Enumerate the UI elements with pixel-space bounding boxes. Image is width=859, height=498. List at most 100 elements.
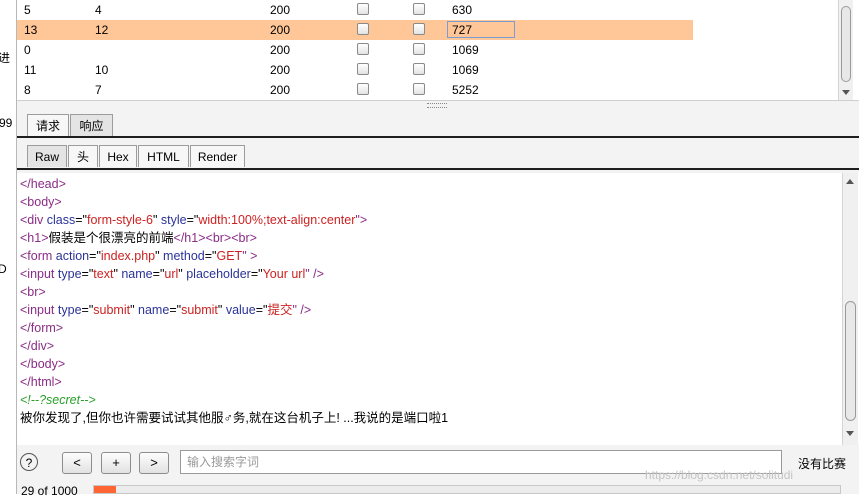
code-token: </h1> [173,231,206,245]
timeout-checkbox[interactable] [413,43,425,55]
code-token: " [152,213,161,227]
error-checkbox[interactable] [357,3,369,15]
code-token: 被你发现了,但你也许需要试试其他服♂务,就在这台机子上! ...我说的是端口啦1 [20,411,449,425]
add-button[interactable]: + [101,452,131,474]
tab-html[interactable]: HTML [138,145,189,167]
results-scrollbar[interactable] [838,0,853,100]
scroll-down-arrow-icon[interactable] [842,90,850,95]
cell-request: 8 [24,83,31,97]
code-token: class [46,213,76,227]
results-table: 5 4 200 630 13 12 200 727 0 200 1069 11 10 200 1069 8 7 2… [17,0,839,100]
cell-length: 727 [452,23,473,37]
code-line: </head> [20,175,66,193]
cell-length: 630 [452,3,473,17]
code-token: =" [204,249,217,263]
code-token: =" [255,303,268,317]
progress-fill [94,486,116,493]
table-row[interactable]: 11 10 200 1069 [17,60,693,80]
request-response-tabbar: 请求 响应 [17,108,859,140]
code-line: <br> [20,283,46,301]
code-line: <div class="form-style-6" style="width:1… [20,211,367,229]
code-token: <h1> [20,231,49,245]
cell-status: 200 [270,3,291,17]
code-token: width:100%;text-align:center [198,213,356,227]
next-match-button[interactable]: > [139,452,169,474]
cell-status: 200 [270,83,291,97]
cell-status: 200 [270,23,291,37]
code-token: </div> [20,339,55,353]
code-token: <div [20,213,47,227]
search-bar: ? < + > 没有比赛 https://blog.csdn.net/solit… [17,445,859,498]
code-line: 被你发现了,但你也许需要试试其他服♂务,就在这台机子上! ...我说的是端口啦1 [20,409,448,427]
cell-status: 200 [270,63,291,77]
help-icon[interactable]: ? [20,453,38,471]
cell-request: 5 [24,3,31,17]
code-token: text [93,267,114,281]
tab-render[interactable]: Render [190,145,245,167]
response-editor[interactable]: </head> <body> <div class="form-style-6" s… [17,173,842,445]
code-token: name [121,267,153,281]
code-token: =" [75,213,87,227]
cell-request: 13 [24,23,38,37]
code-token: </body> [20,357,66,371]
tab-hex[interactable]: Hex [99,145,137,167]
code-line: </div> [20,337,54,355]
error-checkbox[interactable] [357,83,369,95]
editor-scroll-down-arrow-icon[interactable] [846,431,854,436]
tab-response[interactable]: 响应 [70,114,113,136]
editor-scrollbar-thumb[interactable] [845,301,856,421]
code-token: </head> [20,177,66,191]
code-token: " /> [292,303,312,317]
results-scrollbar-thumb[interactable] [841,6,851,82]
cell-request: 0 [24,43,31,57]
table-row[interactable]: 0 200 1069 [17,40,693,60]
code-token: " [217,303,226,317]
request-count: 29 of 1000 [21,484,78,498]
code-line: </body> [20,355,65,373]
code-token: </html> [20,375,62,389]
code-token: <input [20,303,58,317]
tab-request[interactable]: 请求 [27,114,69,136]
code-token: url [164,267,179,281]
left-panel-strip: 进 99 D [0,0,17,494]
code-line: <form action="index.php" method="GET" > [20,247,257,265]
code-line: </form> [20,319,63,337]
editor-scrollbar[interactable] [842,173,858,445]
code-token: =" [152,267,165,281]
cell-payload: 4 [95,3,102,17]
tabbar-divider [17,136,859,138]
code-line: <body> [20,193,62,211]
previous-match-button[interactable]: < [62,452,92,474]
timeout-checkbox[interactable] [413,83,425,95]
code-token: value [225,303,256,317]
error-checkbox[interactable] [357,43,369,55]
code-token: name [138,303,170,317]
error-checkbox[interactable] [357,23,369,35]
code-token: type [57,267,82,281]
code-token: type [57,303,82,317]
code-token: =" [81,267,94,281]
editor-scroll-up-arrow-icon[interactable] [846,179,854,184]
timeout-checkbox[interactable] [413,63,425,75]
code-token: 假装是个很漂亮的前端 [48,231,174,245]
view-tabbar: Raw 头 Hex HTML Render [17,140,859,173]
cell-payload: 12 [95,23,109,37]
code-token: <body> [20,195,62,209]
table-row[interactable]: 5 4 200 630 [17,0,693,20]
code-line: <input type="text" name="url" placeholde… [20,265,324,283]
table-row[interactable]: 8 7 200 5252 [17,80,693,100]
code-token: <br> [231,231,257,245]
code-token: " /> [305,267,324,281]
code-line: <input type="submit" name="submit" value… [20,301,311,319]
view-tabbar-divider [17,168,859,170]
tab-raw[interactable]: Raw [27,145,67,167]
error-checkbox[interactable] [357,63,369,75]
left-fragment-3: D [0,262,7,276]
code-token: submit [93,303,131,317]
tab-headers[interactable]: 头 [68,145,98,167]
timeout-checkbox[interactable] [413,3,425,15]
match-status: 没有比赛 [798,457,847,471]
timeout-checkbox[interactable] [413,23,425,35]
table-row[interactable]: 13 12 200 727 [17,20,693,40]
code-token: style [160,213,187,227]
